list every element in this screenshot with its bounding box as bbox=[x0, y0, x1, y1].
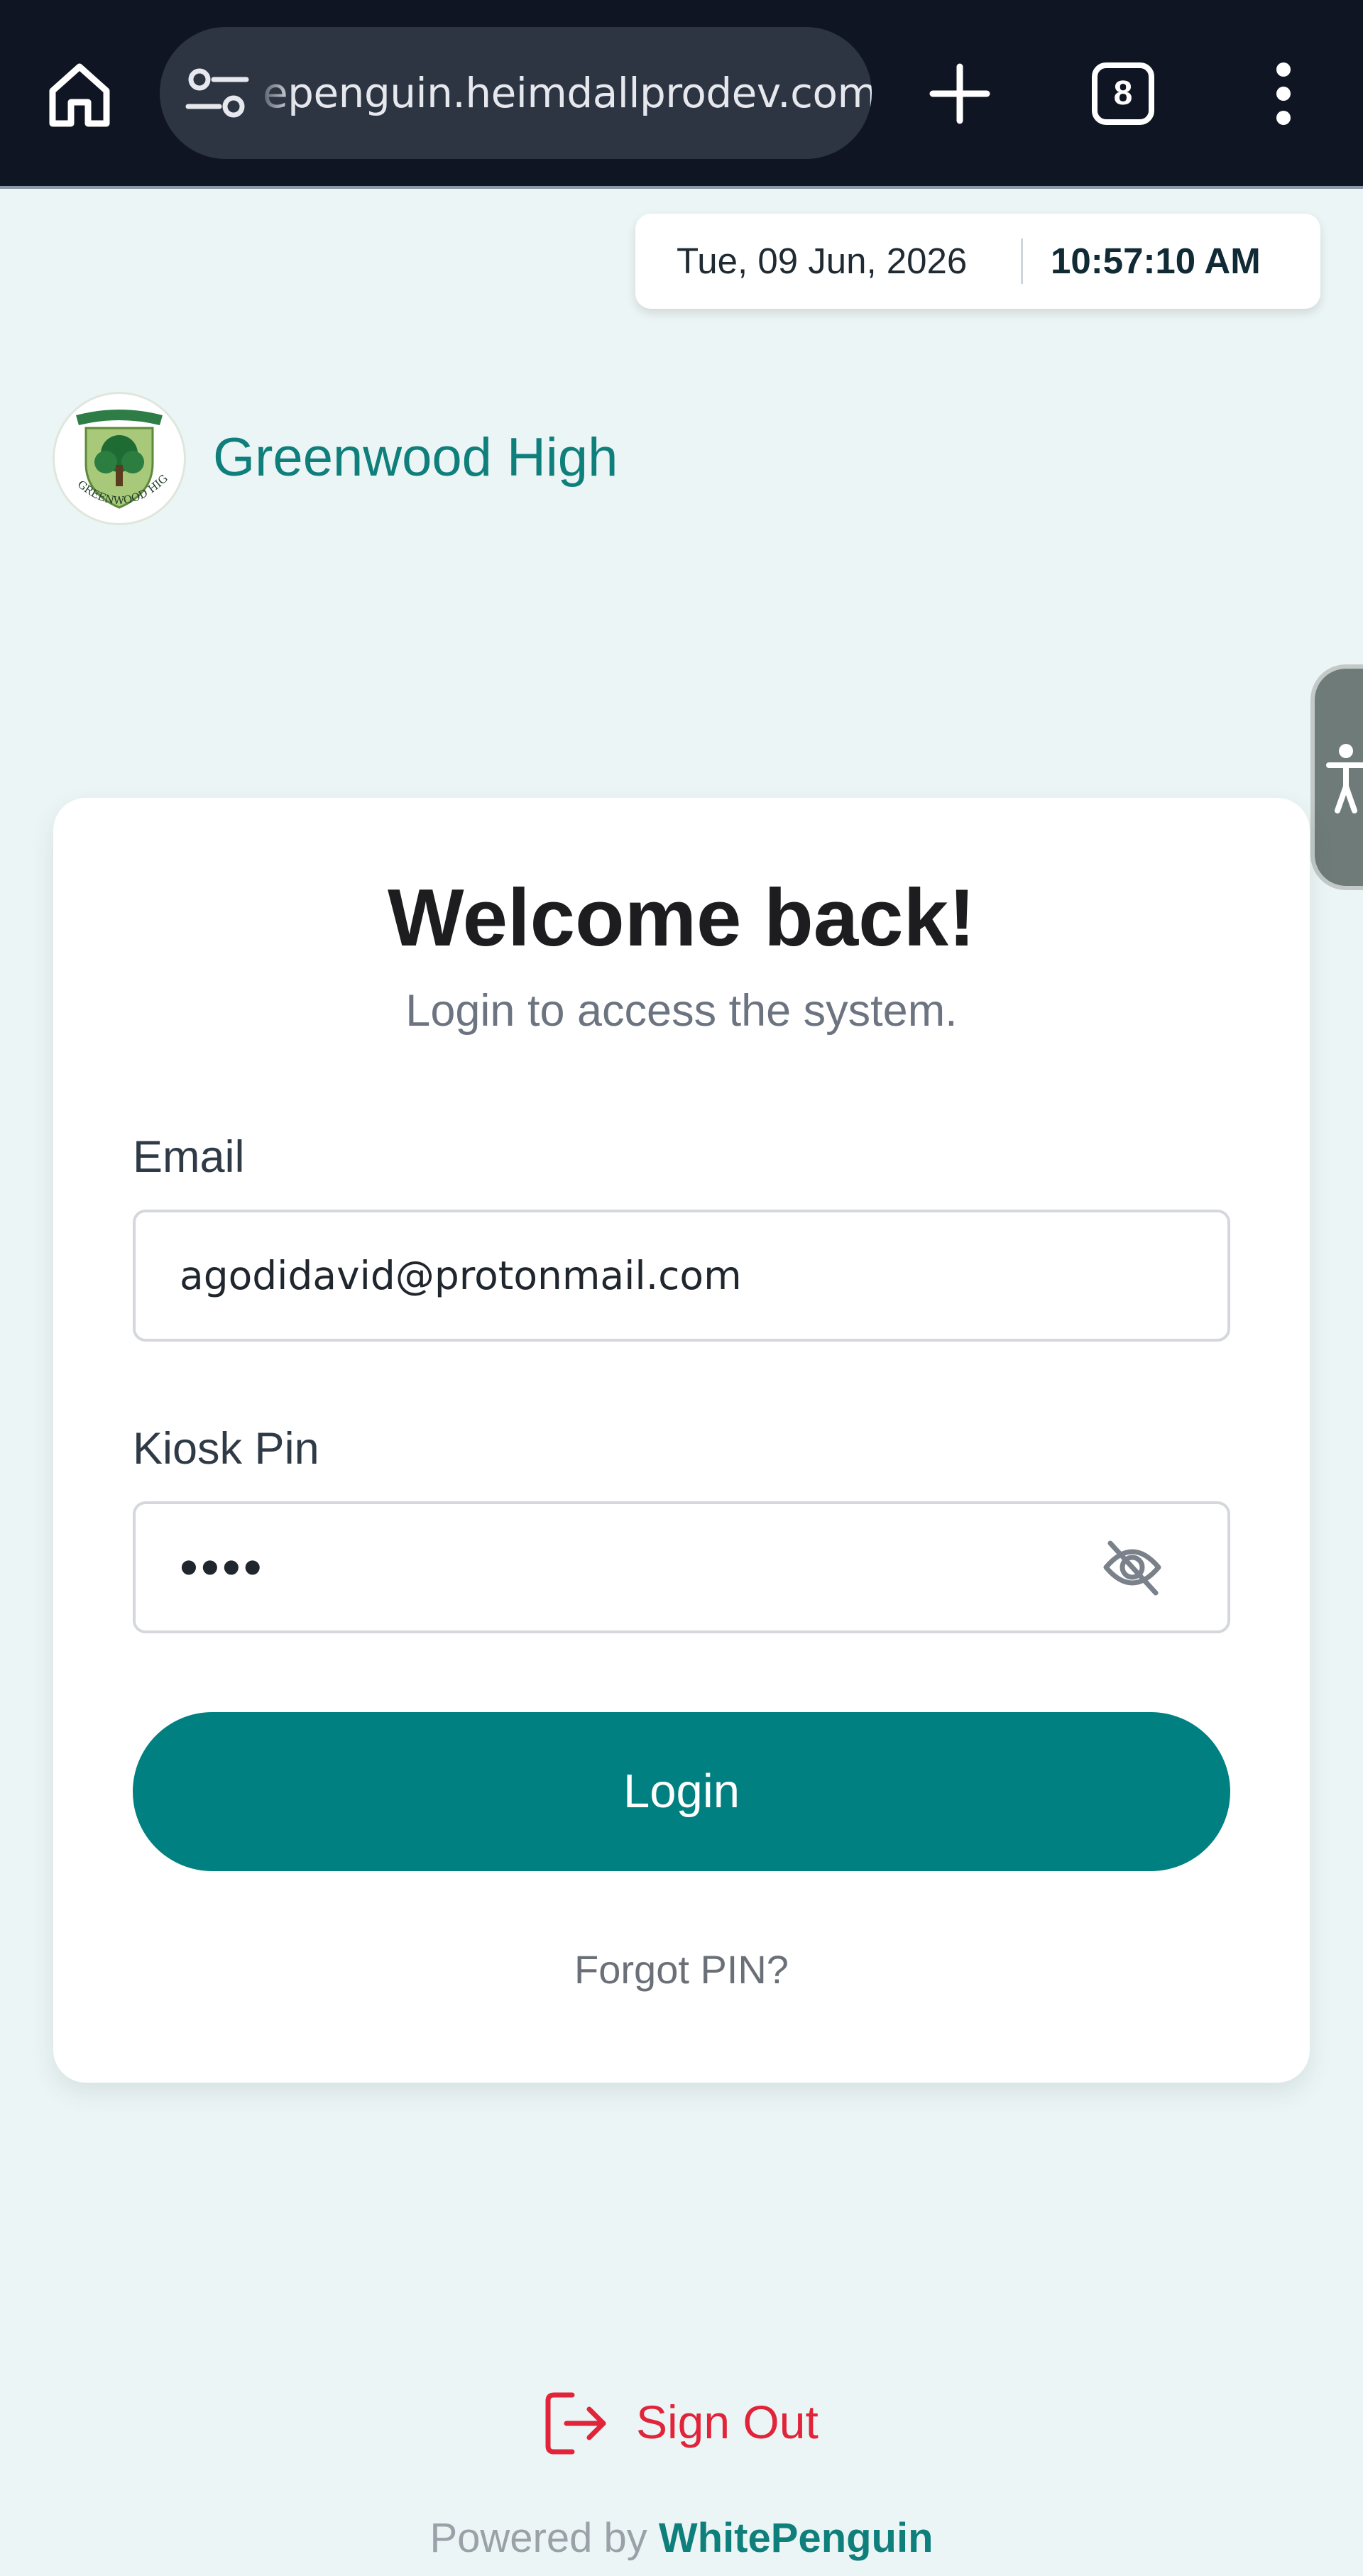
powered-by-prefix: Powered by bbox=[429, 2515, 647, 2561]
logout-icon bbox=[545, 2392, 606, 2455]
tab-switcher-button[interactable]: 8 bbox=[1092, 62, 1154, 125]
address-bar[interactable]: epenguin.heimdallprodev.com bbox=[160, 27, 872, 159]
school-logo: GREENWOOD HIGH bbox=[53, 392, 186, 525]
accessibility-button[interactable] bbox=[1310, 664, 1363, 890]
kiosk-pin-field[interactable]: •••• bbox=[133, 1501, 1230, 1633]
email-field[interactable]: agodidavid@protonmail.com bbox=[133, 1210, 1230, 1342]
login-title: Welcome back! bbox=[388, 873, 975, 963]
toolbar-divider bbox=[0, 186, 1363, 189]
forgot-pin-link[interactable]: Forgot PIN? bbox=[0, 1946, 1363, 1993]
kiosk-pin-value[interactable]: •••• bbox=[180, 1504, 265, 1630]
new-tab-plus-icon[interactable] bbox=[927, 58, 992, 129]
datetime-widget: Tue, 09 Jun, 2026 10:57:10 AM bbox=[635, 214, 1320, 309]
email-label: Email bbox=[133, 1132, 245, 1182]
tune-icon[interactable] bbox=[181, 62, 252, 124]
kiosk-pin-label: Kiosk Pin bbox=[133, 1424, 319, 1474]
sign-out-button[interactable]: Sign Out bbox=[544, 2386, 828, 2457]
school-name: Greenwood High bbox=[213, 427, 618, 488]
url-fade bbox=[252, 27, 295, 159]
accessibility-icon bbox=[1326, 744, 1363, 813]
current-time: 10:57:10 AM bbox=[1051, 241, 1261, 281]
url-text[interactable]: epenguin.heimdallprodev.com bbox=[263, 27, 872, 159]
eye-off-icon[interactable] bbox=[1100, 1538, 1164, 1597]
sign-out-label[interactable]: Sign Out bbox=[636, 2386, 819, 2457]
email-value[interactable]: agodidavid@protonmail.com bbox=[180, 1212, 742, 1339]
login-button[interactable]: Login bbox=[133, 1712, 1230, 1871]
login-subtitle: Login to access the system. bbox=[405, 986, 958, 1036]
school-crest-icon: GREENWOOD HIGH bbox=[55, 394, 182, 521]
more-vert-icon[interactable] bbox=[1264, 61, 1303, 126]
powered-by: Powered by WhitePenguin bbox=[0, 2514, 1363, 2562]
current-date: Tue, 09 Jun, 2026 bbox=[677, 241, 968, 281]
home-icon[interactable] bbox=[43, 58, 116, 129]
datetime-divider bbox=[1021, 239, 1023, 284]
powered-by-brand[interactable]: WhitePenguin bbox=[659, 2515, 934, 2561]
browser-toolbar: epenguin.heimdallprodev.com 8 bbox=[0, 0, 1363, 187]
